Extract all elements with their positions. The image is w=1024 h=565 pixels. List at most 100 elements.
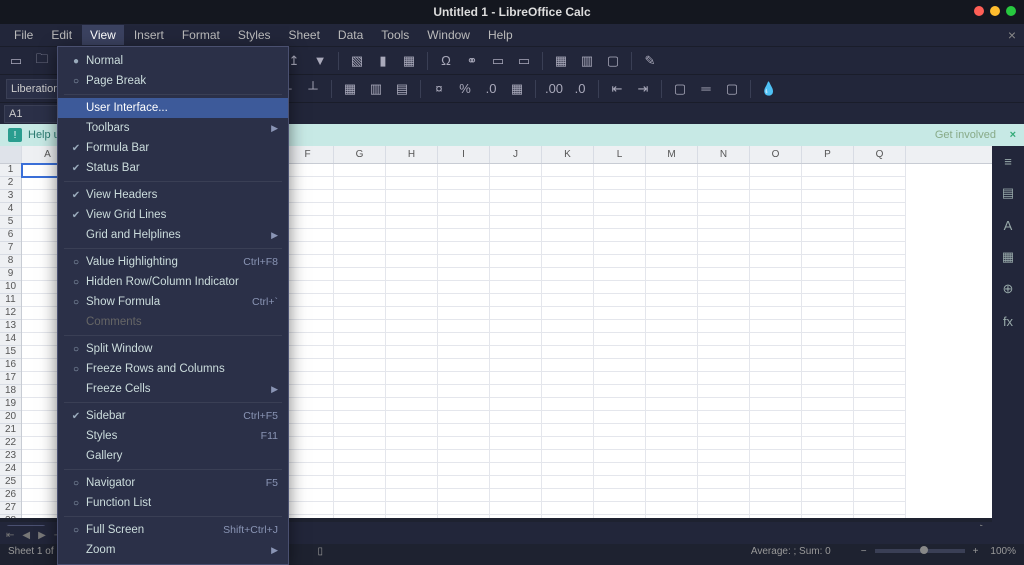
menu-item-formula-bar[interactable]: ✔Formula Bar [58,138,288,158]
cell[interactable] [542,463,594,476]
cell[interactable] [594,346,646,359]
cell[interactable] [750,502,802,515]
cell[interactable] [646,190,698,203]
cell[interactable] [334,203,386,216]
cell[interactable] [438,268,490,281]
cell[interactable] [490,398,542,411]
cell[interactable] [282,216,334,229]
menu-item-sidebar[interactable]: ✔SidebarCtrl+F5 [58,406,288,426]
cell[interactable] [438,437,490,450]
cell[interactable] [542,320,594,333]
cell[interactable] [698,385,750,398]
cell[interactable] [542,281,594,294]
row-header[interactable]: 3 [0,190,21,203]
zoom-slider[interactable] [875,549,965,553]
cell[interactable] [698,307,750,320]
menu-styles[interactable]: Styles [230,25,279,45]
cell[interactable] [698,229,750,242]
cell[interactable] [282,229,334,242]
row-header[interactable]: 7 [0,242,21,255]
cell[interactable] [802,372,854,385]
menu-item-freeze-cells[interactable]: Freeze Cells▶ [58,379,288,399]
menu-view[interactable]: View [82,25,124,45]
cell[interactable] [802,359,854,372]
cell[interactable] [750,164,802,177]
zoom-in-icon[interactable]: + [973,546,979,557]
cell[interactable] [698,255,750,268]
cell[interactable] [854,515,906,518]
cell[interactable] [490,216,542,229]
cell[interactable] [386,489,438,502]
cell[interactable] [386,333,438,346]
cell[interactable] [490,190,542,203]
cell[interactable] [750,294,802,307]
cell[interactable] [542,255,594,268]
cell[interactable] [542,307,594,320]
cell[interactable] [802,294,854,307]
conditional-icon[interactable]: 💧 [759,79,779,99]
border-icon[interactable]: ▢ [670,79,690,99]
cell[interactable] [438,307,490,320]
cell[interactable] [542,229,594,242]
prev-sheet-icon[interactable]: ◀ [20,530,32,541]
menu-item-styles[interactable]: StylesF11 [58,426,288,446]
cell[interactable] [646,476,698,489]
cell[interactable] [386,203,438,216]
cell[interactable] [334,268,386,281]
cell[interactable] [282,502,334,515]
cell[interactable] [646,424,698,437]
cell[interactable] [750,268,802,281]
cell[interactable] [386,398,438,411]
cell[interactable] [802,424,854,437]
cell[interactable] [750,281,802,294]
cell[interactable] [334,424,386,437]
cell[interactable] [490,463,542,476]
zoom-knob[interactable] [920,546,928,554]
cell[interactable] [594,307,646,320]
cell[interactable] [386,359,438,372]
cell[interactable] [698,190,750,203]
cell[interactable] [334,294,386,307]
cell[interactable] [854,502,906,515]
cell[interactable] [282,489,334,502]
image-icon[interactable]: ▧ [347,51,367,71]
cell[interactable] [282,346,334,359]
first-sheet-icon[interactable]: ⇤ [4,530,16,541]
cell[interactable] [698,450,750,463]
row-header[interactable]: 8 [0,255,21,268]
cell[interactable] [750,359,802,372]
cell[interactable] [386,281,438,294]
cell[interactable] [854,294,906,307]
new-icon[interactable]: ▭ [6,51,26,71]
cell[interactable] [854,346,906,359]
column-header[interactable]: P [802,146,854,163]
cell[interactable] [802,164,854,177]
cell[interactable] [698,489,750,502]
row-header[interactable]: 6 [0,229,21,242]
menu-item-value-highlighting[interactable]: ○Value HighlightingCtrl+F8 [58,252,288,272]
gallery-icon[interactable]: ▦ [999,248,1017,266]
cell[interactable] [542,372,594,385]
cell[interactable] [802,515,854,518]
cell[interactable] [490,437,542,450]
cell[interactable] [802,489,854,502]
menu-item-normal[interactable]: ●Normal [58,51,288,71]
cell[interactable] [282,359,334,372]
menu-item-toolbars[interactable]: Toolbars▶ [58,118,288,138]
menu-item-view-grid-lines[interactable]: ✔View Grid Lines [58,205,288,225]
add-decimal-icon[interactable]: .00 [544,79,564,99]
cell[interactable] [490,450,542,463]
cell[interactable] [698,164,750,177]
select-all-corner[interactable] [0,146,22,163]
column-header[interactable]: M [646,146,698,163]
cell[interactable] [750,177,802,190]
cell[interactable] [594,372,646,385]
zoom-out-icon[interactable]: − [861,546,867,557]
cell[interactable] [854,450,906,463]
cell[interactable] [334,502,386,515]
menu-item-freeze-rows-and-columns[interactable]: ○Freeze Rows and Columns [58,359,288,379]
cell[interactable] [854,333,906,346]
column-header[interactable]: O [750,146,802,163]
cell[interactable] [646,333,698,346]
row-header[interactable]: 25 [0,476,21,489]
